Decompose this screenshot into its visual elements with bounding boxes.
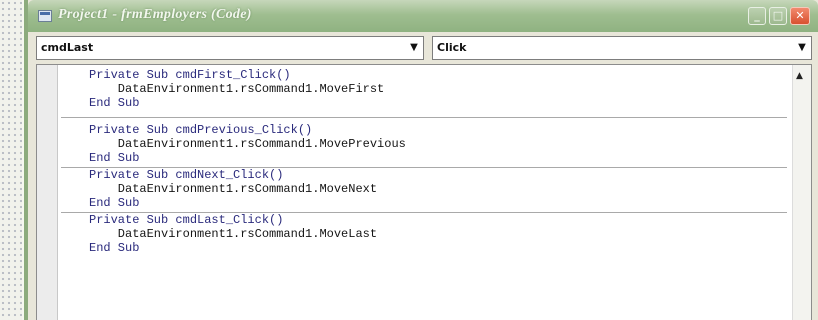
title-bar[interactable]: Project1 - frmEmployers (Code) _ □ ✕ (28, 0, 818, 32)
chevron-down-icon[interactable]: ▼ (408, 42, 420, 54)
object-dropdown[interactable]: cmdLast ▼ (36, 36, 424, 60)
minimize-button[interactable]: _ (748, 7, 766, 25)
object-dropdown-value: cmdLast (41, 41, 94, 54)
code-line[interactable]: DataEnvironment1.rsCommand1.MoveFirst (89, 83, 787, 97)
close-button[interactable]: ✕ (790, 7, 810, 25)
code-line[interactable]: DataEnvironment1.rsCommand1.MovePrevious (89, 138, 787, 152)
code-window-icon (38, 10, 52, 22)
editor-margin[interactable] (37, 65, 58, 320)
code-editor[interactable]: Private Sub cmdFirst_Click() DataEnviron… (36, 64, 812, 320)
procedure-dropdown-value: Click (437, 41, 467, 54)
procedure-block[interactable]: Private Sub cmdLast_Click() DataEnvironm… (61, 214, 787, 256)
code-line[interactable]: Private Sub cmdLast_Click() (89, 214, 787, 228)
code-line[interactable]: Private Sub cmdPrevious_Click() (89, 124, 787, 138)
code-line[interactable]: DataEnvironment1.rsCommand1.MoveNext (89, 183, 787, 197)
code-line[interactable]: Private Sub cmdNext_Click() (89, 169, 787, 183)
code-line[interactable]: End Sub (89, 152, 787, 166)
procedure-separator (61, 117, 787, 118)
procedure-block[interactable]: Private Sub cmdNext_Click() DataEnvironm… (61, 169, 787, 211)
code-text[interactable]: Private Sub cmdFirst_Click() DataEnviron… (61, 69, 787, 256)
code-line[interactable]: DataEnvironment1.rsCommand1.MoveLast (89, 228, 787, 242)
scroll-up-arrow-icon[interactable]: ▲ (796, 71, 803, 81)
procedure-dropdown[interactable]: Click ▼ (432, 36, 812, 60)
procedure-block[interactable]: Private Sub cmdPrevious_Click() DataEnvi… (61, 124, 787, 166)
desktop-background (0, 0, 22, 320)
chevron-down-icon[interactable]: ▼ (796, 42, 808, 54)
vertical-scrollbar[interactable]: ▲ (792, 65, 811, 320)
code-window: Project1 - frmEmployers (Code) _ □ ✕ cmd… (24, 0, 818, 320)
procedure-block[interactable]: Private Sub cmdFirst_Click() DataEnviron… (61, 69, 787, 111)
maximize-button[interactable]: □ (769, 7, 787, 25)
window-title: Project1 - frmEmployers (Code) (58, 7, 252, 22)
code-line[interactable]: End Sub (89, 97, 787, 111)
code-line[interactable]: End Sub (89, 197, 787, 211)
code-line[interactable]: Private Sub cmdFirst_Click() (89, 69, 787, 83)
code-line[interactable]: End Sub (89, 242, 787, 256)
